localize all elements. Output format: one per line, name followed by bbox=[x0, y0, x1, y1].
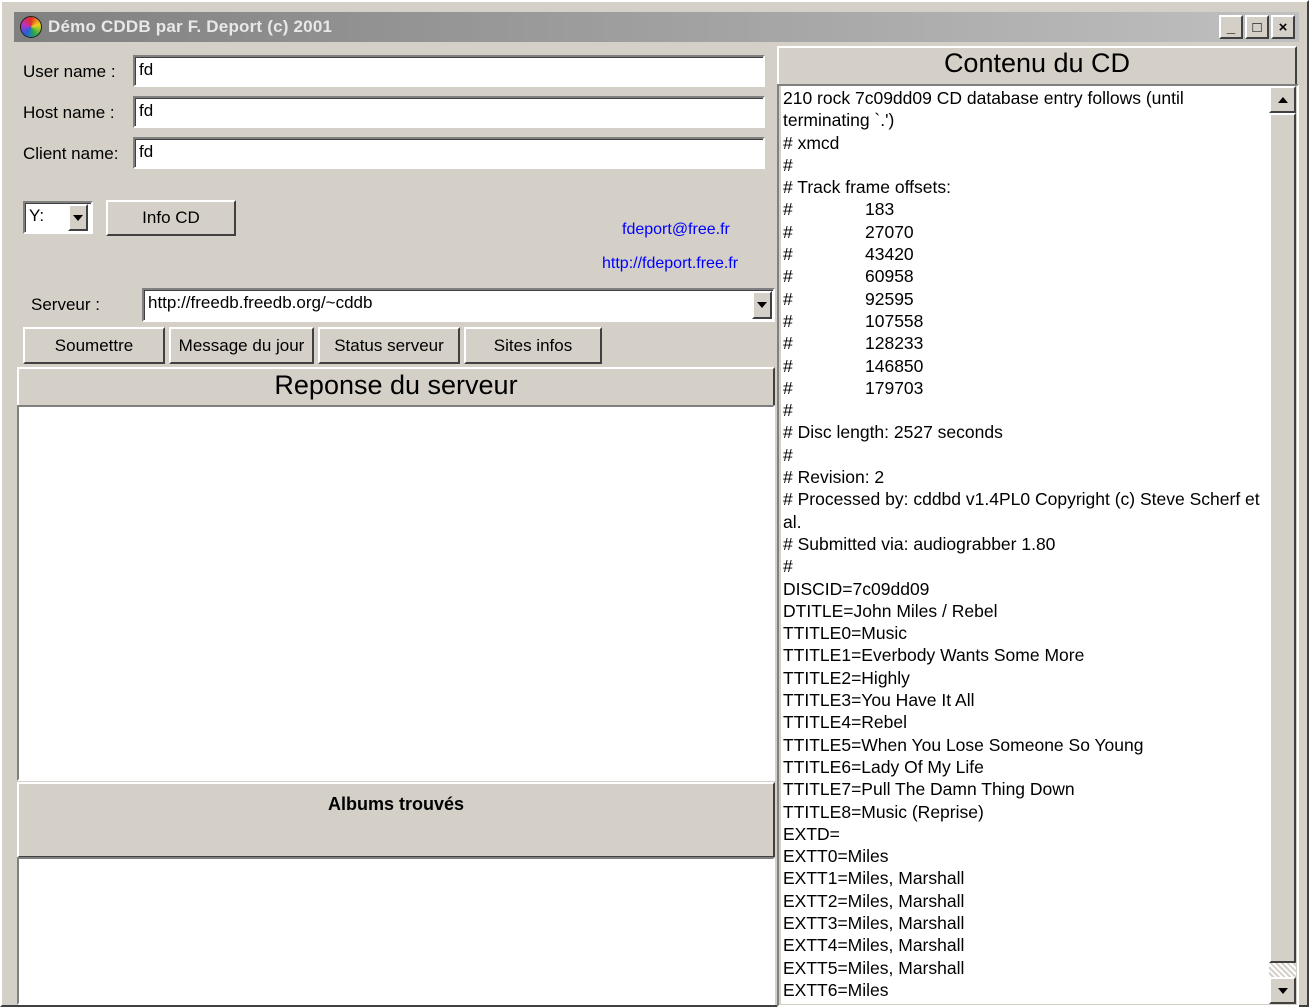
cd-content-title: Contenu du CD bbox=[943, 48, 1131, 78]
cd-content-line: EXTT5=Miles, Marshall bbox=[783, 957, 965, 978]
cd-content-line: EXTT2=Miles, Marshall bbox=[783, 890, 965, 911]
cd-content-line: # Revision: 2 bbox=[783, 467, 885, 488]
cd-content-line: #107558 bbox=[783, 310, 924, 331]
cd-content-line: # xmcd bbox=[783, 132, 840, 153]
cd-content-scrollbar[interactable] bbox=[1269, 86, 1296, 1004]
scroll-thumb[interactable] bbox=[1269, 113, 1296, 963]
scroll-down-button[interactable] bbox=[1269, 977, 1296, 1004]
maximize-button[interactable]: □ bbox=[1245, 15, 1269, 39]
drive-select-value: Y: bbox=[29, 206, 45, 225]
cd-content-line: TTITLE7=Pull The Damn Thing Down bbox=[783, 779, 1075, 800]
close-button[interactable]: × bbox=[1271, 15, 1295, 39]
submit-button[interactable]: Soumettre bbox=[23, 327, 165, 364]
cd-content-line: TTITLE5=When You Lose Someone So Young bbox=[783, 734, 1144, 755]
cd-content-line: TTITLE8=Music (Reprise) bbox=[783, 801, 984, 822]
cd-content-line: TTITLE3=You Have It All bbox=[783, 690, 975, 711]
response-text-area[interactable] bbox=[17, 405, 775, 781]
cd-content-line: #183 bbox=[783, 199, 895, 220]
cd-content-line: #179703 bbox=[783, 377, 924, 398]
app-window: Démo CDDB par F. Deport (c) 2001 _ □ × U… bbox=[0, 0, 1309, 1007]
cd-content-line: EXTT3=Miles, Marshall bbox=[783, 912, 965, 933]
cd-content-line: TTITLE1=Everbody Wants Some More bbox=[783, 645, 1085, 666]
cd-content-line: EXTT4=Miles, Marshall bbox=[783, 935, 965, 956]
info-cd-button[interactable]: Info CD bbox=[106, 200, 236, 236]
host-name-input[interactable]: fd bbox=[133, 96, 765, 128]
cd-content-line: TTITLE0=Music bbox=[783, 623, 907, 644]
cd-content-line: #146850 bbox=[783, 355, 924, 376]
email-link[interactable]: fdeport@free.fr bbox=[622, 221, 730, 239]
app-icon bbox=[20, 16, 42, 38]
cd-content-line: TTITLE2=Highly bbox=[783, 667, 910, 688]
website-link[interactable]: http://fdeport.free.fr bbox=[602, 255, 738, 273]
minimize-button[interactable]: _ bbox=[1219, 15, 1243, 39]
cd-content-line: # bbox=[783, 400, 793, 421]
cd-content-line: DISCID=7c09dd09 bbox=[783, 578, 930, 599]
user-name-label: User name : bbox=[23, 62, 116, 81]
cd-content-line: DTITLE=John Miles / Rebel bbox=[783, 600, 998, 621]
cd-content-line: # Processed by: cddbd v1.4PL0 Copyright … bbox=[783, 489, 1265, 532]
host-name-label: Host name : bbox=[23, 103, 115, 122]
sites-info-button[interactable]: Sites infos bbox=[464, 327, 602, 364]
cd-content-line: #128233 bbox=[783, 333, 924, 354]
user-name-input[interactable]: fd bbox=[133, 55, 765, 87]
cd-content-line: # Disc length: 2527 seconds bbox=[783, 422, 1003, 443]
cd-content-line: EXTT1=Miles, Marshall bbox=[783, 868, 965, 889]
window-controls: _ □ × bbox=[1219, 15, 1295, 39]
cd-content-text[interactable]: 210 rock 7c09dd09 CD database entry foll… bbox=[781, 86, 1269, 1004]
cd-content-line: TTITLE6=Lady Of My Life bbox=[783, 756, 984, 777]
cd-content-line: TTITLE4=Rebel bbox=[783, 712, 908, 733]
cd-content-line: #92595 bbox=[783, 288, 914, 309]
client-name-label: Client name: bbox=[23, 144, 119, 163]
cd-content-line: #27070 bbox=[783, 221, 914, 242]
server-select[interactable]: http://freedb.freedb.org/~cddb bbox=[142, 288, 775, 322]
cd-content-line: # bbox=[783, 154, 793, 175]
window-title: Démo CDDB par F. Deport (c) 2001 bbox=[48, 17, 333, 36]
title-bar[interactable]: Démo CDDB par F. Deport (c) 2001 _ □ × bbox=[14, 12, 1299, 42]
albums-title: Albums trouvés bbox=[327, 794, 465, 814]
cd-content-line: #43420 bbox=[783, 244, 914, 265]
chevron-down-icon[interactable] bbox=[752, 291, 772, 319]
cd-content-line: # Track frame offsets: bbox=[783, 177, 951, 198]
cd-content-line: 210 rock 7c09dd09 CD database entry foll… bbox=[783, 88, 1189, 131]
client-name-input[interactable]: fd bbox=[133, 137, 765, 169]
albums-list[interactable] bbox=[17, 857, 775, 1005]
server-status-button[interactable]: Status serveur bbox=[318, 327, 460, 364]
cd-content-line: EXTT6=Miles bbox=[783, 979, 889, 1000]
scroll-track[interactable] bbox=[1269, 963, 1296, 977]
cd-content-line: # bbox=[783, 444, 793, 465]
response-title: Reponse du serveur bbox=[274, 370, 518, 400]
server-select-value: http://freedb.freedb.org/~cddb bbox=[148, 293, 373, 312]
cd-content-line: # Submitted via: audiograbber 1.80 bbox=[783, 533, 1056, 554]
server-label: Serveur : bbox=[31, 295, 100, 314]
cd-content-line: #60958 bbox=[783, 266, 914, 287]
chevron-down-icon[interactable] bbox=[68, 204, 88, 231]
message-of-day-button[interactable]: Message du jour bbox=[169, 327, 314, 364]
cd-content-line: EXTD= bbox=[783, 823, 840, 844]
scroll-up-button[interactable] bbox=[1269, 86, 1296, 113]
cd-content-line: # bbox=[783, 556, 793, 577]
cd-content-line: EXTT0=Miles bbox=[783, 846, 889, 867]
